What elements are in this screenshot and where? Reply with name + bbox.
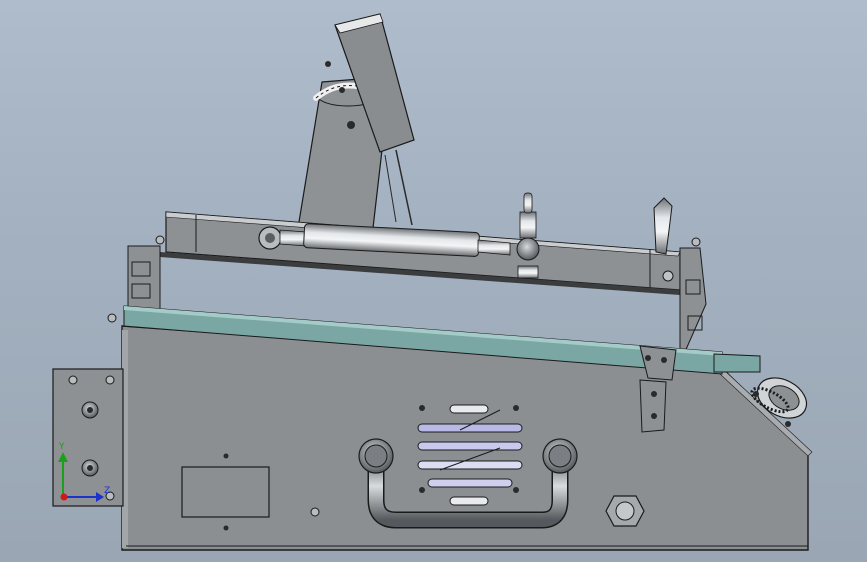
cad-graphics-viewport[interactable]: Y Z: [0, 0, 867, 562]
machine-model[interactable]: [0, 0, 867, 562]
release-lever: [653, 197, 673, 255]
triad-z-label: Z: [104, 486, 111, 496]
right-bracket: [679, 237, 707, 355]
triad-y-label: Y: [59, 442, 65, 452]
hex-nut-fitting: [605, 495, 645, 527]
